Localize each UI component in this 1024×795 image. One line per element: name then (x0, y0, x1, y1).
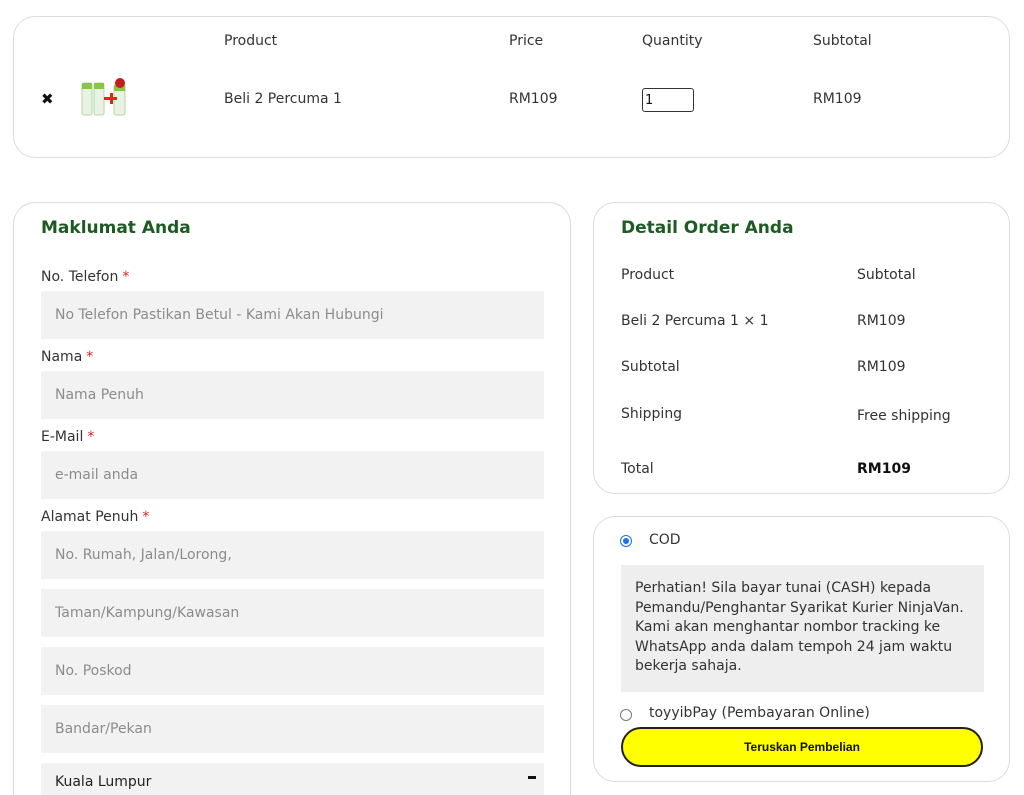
review-total-label: Total (621, 461, 654, 477)
required-mark: * (86, 349, 94, 365)
phone-input[interactable] (41, 291, 544, 339)
col-header-price: Price (509, 33, 544, 49)
email-input[interactable] (41, 451, 544, 499)
cart-item-name[interactable]: Beli 2 Percuma 1 (224, 91, 342, 107)
city-input[interactable] (41, 705, 544, 753)
review-col-product: Product (621, 267, 675, 283)
cart-item-subtotal: RM109 (813, 91, 862, 107)
dropdown-arrow-icon (528, 776, 536, 779)
name-input[interactable] (41, 371, 544, 419)
review-total-value: RM109 (857, 461, 911, 477)
toyyibpay-radio[interactable] (620, 709, 632, 721)
required-mark: * (122, 269, 130, 285)
required-mark: * (87, 429, 95, 445)
postcode-input[interactable] (41, 647, 544, 695)
billing-title: Maklumat Anda (41, 218, 191, 238)
required-mark: * (142, 509, 150, 525)
place-order-button[interactable]: Teruskan Pembelian (621, 727, 983, 767)
review-subtotal-label: Subtotal (621, 359, 680, 375)
address1-input[interactable] (41, 531, 544, 579)
product-thumbnail (81, 78, 126, 116)
quantity-input[interactable] (642, 88, 694, 112)
email-label: E-Mail * (41, 429, 95, 445)
col-header-quantity: Quantity (642, 33, 703, 49)
state-select[interactable]: Kuala Lumpur (41, 763, 544, 795)
cart-table: Product Price Quantity Subtotal ✖ Beli 2… (13, 16, 1010, 158)
cod-label[interactable]: COD (649, 532, 681, 548)
review-shipping-value: Free shipping (857, 408, 951, 424)
review-title: Detail Order Anda (621, 218, 794, 238)
billing-form: Maklumat Anda No. Telefon* Nama* E-Mail*… (13, 202, 571, 795)
cart-item-price: RM109 (509, 91, 558, 107)
remove-item-icon[interactable]: ✖ (41, 90, 54, 108)
review-item-subtotal: RM109 (857, 313, 906, 329)
order-review: Detail Order Anda Product Subtotal Beli … (593, 202, 1010, 494)
review-item-name: Beli 2 Percuma 1 × 1 (621, 313, 769, 329)
review-subtotal-value: RM109 (857, 359, 906, 375)
toyyibpay-label[interactable]: toyyibPay (Pembayaran Online) (649, 705, 870, 721)
phone-label: No. Telefon * (41, 269, 130, 285)
cod-note: Perhatian! Sila bayar tunai (CASH) kepad… (621, 565, 984, 692)
col-header-subtotal: Subtotal (813, 33, 872, 49)
review-col-subtotal: Subtotal (857, 267, 916, 283)
cod-radio[interactable] (620, 535, 632, 547)
address2-input[interactable] (41, 589, 544, 637)
payment-methods: COD Perhatian! Sila bayar tunai (CASH) k… (593, 516, 1010, 782)
name-label: Nama * (41, 349, 94, 365)
address-label: Alamat Penuh * (41, 509, 150, 525)
review-shipping-label: Shipping (621, 406, 683, 422)
col-header-product: Product (224, 33, 278, 49)
state-select-value: Kuala Lumpur (55, 774, 152, 790)
